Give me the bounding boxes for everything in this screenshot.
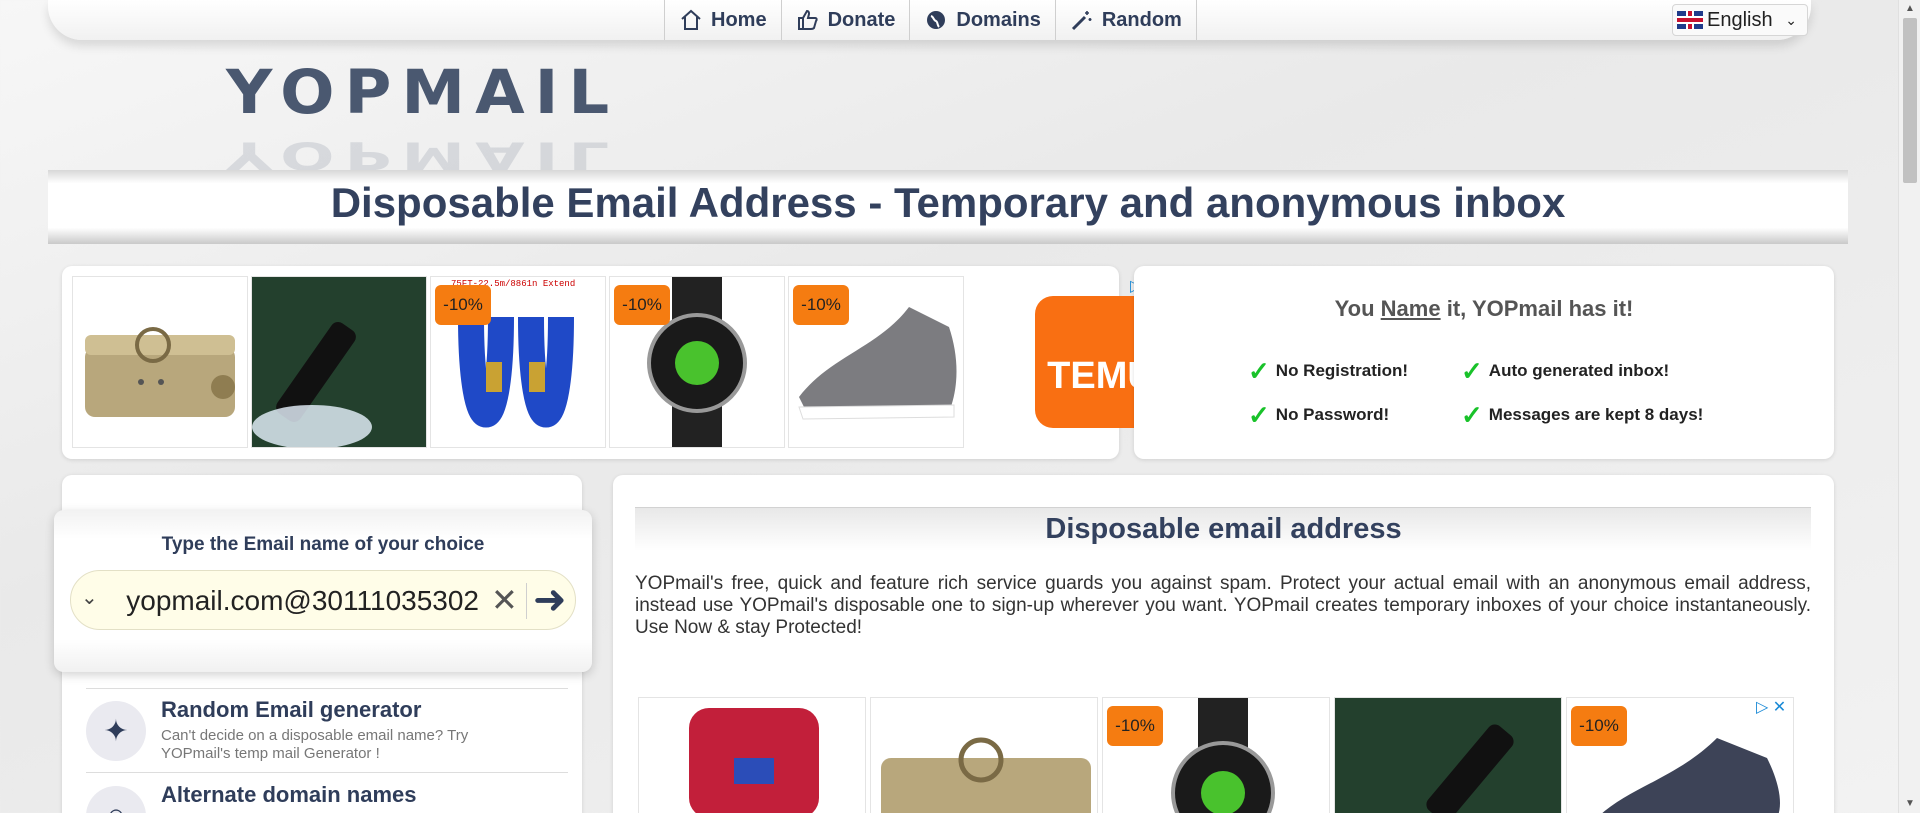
ad-tile-watch[interactable]: -10%: [1102, 697, 1330, 813]
feature-item: ✓ Messages are kept 8 days!: [1461, 400, 1704, 430]
ad-tile-hose[interactable]: 75FT-22.5m/8861n Extend -10%: [430, 276, 606, 448]
features-heading: You Name it, YOPmail has it!: [1334, 296, 1634, 321]
scroll-thumb[interactable]: [1903, 18, 1917, 183]
features-box: You Name it, YOPmail has it! ✓ No Registr…: [1134, 266, 1834, 459]
section-text: YOPmail's free, quick and feature rich s…: [635, 573, 1811, 638]
ad-tile-stove[interactable]: [870, 697, 1098, 813]
ad-tile-flashlight[interactable]: [1334, 697, 1562, 813]
discount-badge: -10%: [614, 285, 670, 325]
check-icon: ✓: [1248, 400, 1270, 430]
ad-tile-sneaker[interactable]: -10%: [788, 276, 964, 448]
home-icon: [681, 9, 701, 30]
discount-badge: -10%: [435, 285, 491, 325]
email-label: Type the Email name of your choice: [161, 534, 485, 555]
nav-random-label: Random: [1101, 8, 1182, 31]
nav-donate-label: Donate: [827, 8, 896, 31]
go-arrow-button[interactable]: ➜: [533, 577, 567, 623]
ad-tile-harness[interactable]: [638, 697, 866, 813]
feature-item: ✓ No Registration!: [1248, 356, 1409, 386]
tool-title: Random Email generator: [161, 697, 422, 722]
magic-wand-icon: ✦: [86, 701, 146, 761]
discount-badge: -10%: [1107, 706, 1163, 746]
globe-icon: [927, 11, 946, 29]
feature-item: ✓ Auto generated inbox!: [1461, 356, 1670, 386]
ad-choices-icon[interactable]: ▷ ✕: [1756, 697, 1786, 717]
main-content: Disposable email address YOPmail's free,…: [613, 475, 1834, 813]
tool-title: Alternate domain names: [161, 782, 417, 807]
check-icon: ✓: [1248, 356, 1270, 386]
dog-harness-image: [689, 708, 819, 813]
flashlight-image: [1335, 698, 1561, 813]
email-input[interactable]: 30111035302@yopmail.com: [111, 585, 479, 617]
top-ad-box[interactable]: 75FT-22.5m/8861n Extend -10% -10% -10% ▷…: [62, 266, 1167, 459]
gas-stove-image: [881, 737, 1091, 813]
feature-item: ✓ No Password!: [1248, 400, 1390, 430]
chevron-down-icon: ⌄: [1785, 11, 1797, 28]
thumbs-up-icon: [797, 9, 818, 30]
uk-flag-icon: [1677, 11, 1703, 29]
nav-home[interactable]: Home: [665, 0, 782, 40]
name-link[interactable]: Name: [1381, 296, 1441, 321]
language-value: English: [1707, 8, 1773, 31]
discount-badge: -10%: [793, 285, 849, 325]
email-input-wrap: ⌄ 30111035302@yopmail.com ✕ ➜: [70, 570, 576, 630]
nav-donate[interactable]: Donate: [782, 0, 911, 40]
gas-stove-image: [85, 327, 235, 417]
ad-tile-flashlight[interactable]: [251, 276, 427, 448]
email-card: Type the Email name of your choice ⌄ 301…: [54, 510, 592, 672]
main-nav: Home Donate Domains Random: [664, 0, 1197, 40]
ad-tile-stove[interactable]: [72, 276, 248, 448]
divider: [86, 772, 568, 773]
history-dropdown-icon[interactable]: ⌄: [81, 585, 98, 610]
page-banner: Disposable Email Address - Temporary and…: [48, 170, 1848, 244]
nav-domains-label: Domains: [956, 8, 1041, 31]
page-scrollbar[interactable]: ▲ ▼: [1898, 0, 1920, 813]
discount-badge: -10%: [1571, 706, 1627, 746]
magic-wand-icon: [1071, 11, 1092, 31]
check-icon: ✓: [1461, 400, 1483, 430]
yopmail-logo[interactable]: YOPMAIL: [226, 58, 619, 128]
scroll-up-icon[interactable]: ▲: [1899, 0, 1920, 18]
nav-random[interactable]: Random: [1056, 0, 1197, 40]
nav-home-label: Home: [711, 8, 767, 31]
check-icon: ✓: [1461, 356, 1483, 386]
tool-desc: Can't decide on a disposable email name?…: [161, 727, 469, 762]
clear-icon[interactable]: ✕: [491, 581, 518, 619]
divider: [86, 688, 568, 689]
ad-tile-watch[interactable]: -10%: [609, 276, 785, 448]
scroll-down-icon[interactable]: ▼: [1899, 795, 1920, 813]
section-title: Disposable email address: [1045, 513, 1402, 545]
input-separator: [526, 583, 527, 619]
nav-domains[interactable]: Domains: [910, 0, 1056, 40]
page-title: Disposable Email Address - Temporary and…: [330, 179, 1566, 226]
flashlight-image: [252, 277, 426, 447]
bottom-ad-row[interactable]: -10% -10% ▷ ✕: [638, 697, 1818, 813]
language-select[interactable]: English ⌄: [1672, 4, 1808, 36]
